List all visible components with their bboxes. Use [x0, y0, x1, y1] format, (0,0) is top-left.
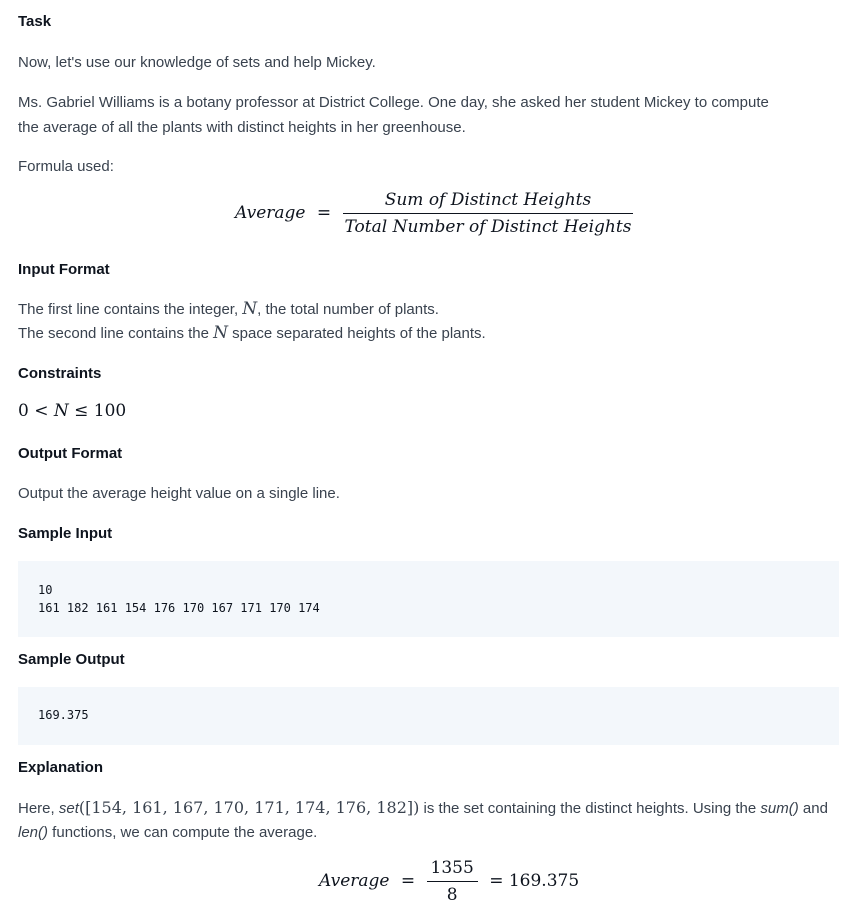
input-line2-var: N	[213, 323, 228, 343]
sample-output-code: 169.375	[18, 687, 839, 745]
explanation-formula-equals: =	[400, 871, 416, 891]
input-line2-text-b: space separated heights of the plants.	[228, 325, 486, 342]
explanation-numerator: 1355	[430, 858, 474, 878]
input-format-line2: The second line contains the N space sep…	[18, 321, 486, 346]
formula-label: Formula used:	[18, 158, 114, 175]
set-function: set	[58, 800, 79, 817]
input-format-heading: Input Format	[18, 261, 110, 278]
constraint-var: N	[53, 401, 69, 421]
explanation-text-a: Here,	[18, 800, 59, 817]
explanation-formula-lhs: Average	[319, 871, 390, 891]
constraint-text-a: 0 <	[18, 401, 54, 421]
sum-function: sum()	[760, 800, 799, 817]
formula-denominator: Total Number of Distinct Heights	[342, 213, 634, 237]
explanation-line1: Here, set([154, 161, 167, 170, 171, 174,…	[18, 795, 828, 821]
formula-equals: =	[316, 203, 332, 223]
explanation-text-c: and	[798, 800, 828, 817]
input-format-line1: The first line contains the integer, N, …	[18, 297, 439, 322]
explanation-text-b: is the set containing the distinct heigh…	[419, 800, 761, 817]
output-format-text: Output the average height value on a sin…	[18, 485, 340, 502]
task-intro: Now, let's use our knowledge of sets and…	[18, 54, 376, 71]
formula-numerator: Sum of Distinct Heights	[384, 190, 592, 210]
output-format-heading: Output Format	[18, 445, 123, 462]
sample-input-heading: Sample Input	[18, 525, 113, 542]
explanation-fraction: 1355 8	[426, 858, 478, 905]
input-line1-text-a: The first line contains the integer,	[18, 301, 243, 318]
formula-lhs: Average	[235, 203, 306, 223]
explanation-line2: len() functions, we can compute the aver…	[18, 820, 317, 845]
constraint-text-b: ≤ 100	[68, 401, 127, 421]
constraints-heading: Constraints	[18, 365, 102, 382]
task-story-line2: the average of all the plants with disti…	[18, 119, 466, 136]
task-heading: Task	[18, 13, 52, 30]
task-story-line1: Ms. Gabriel Williams is a botany profess…	[18, 94, 769, 111]
explanation-heading: Explanation	[18, 759, 104, 776]
explanation-result: = 169.375	[489, 871, 580, 891]
len-function: len()	[18, 824, 49, 841]
explanation-denominator: 8	[426, 881, 478, 905]
sample-output-line1: 169.375	[38, 708, 89, 722]
input-line2-text-a: The second line contains the	[18, 325, 214, 342]
sample-input-line2: 161 182 161 154 176 170 167 171 170 174	[38, 601, 320, 615]
sample-input-line1: 10	[38, 583, 53, 597]
input-line1-var: N	[242, 299, 258, 319]
explanation-formula: Average = 1355 8 = 169.375	[319, 858, 579, 905]
formula-fraction: Sum of Distinct Heights Total Number of …	[342, 190, 634, 237]
input-line1-text-b: , the total number of plants.	[257, 301, 439, 318]
average-formula: Average = Sum of Distinct Heights Total …	[235, 190, 634, 237]
sample-output-heading: Sample Output	[18, 651, 125, 668]
sample-input-code: 10 161 182 161 154 176 170 167 171 170 1…	[18, 561, 839, 637]
set-args: ([154, 161, 167, 170, 171, 174, 176, 182…	[78, 798, 420, 817]
constraints-expression: 0 < N ≤ 100	[18, 401, 126, 421]
explanation-text-d: functions, we can compute the average.	[48, 824, 318, 841]
